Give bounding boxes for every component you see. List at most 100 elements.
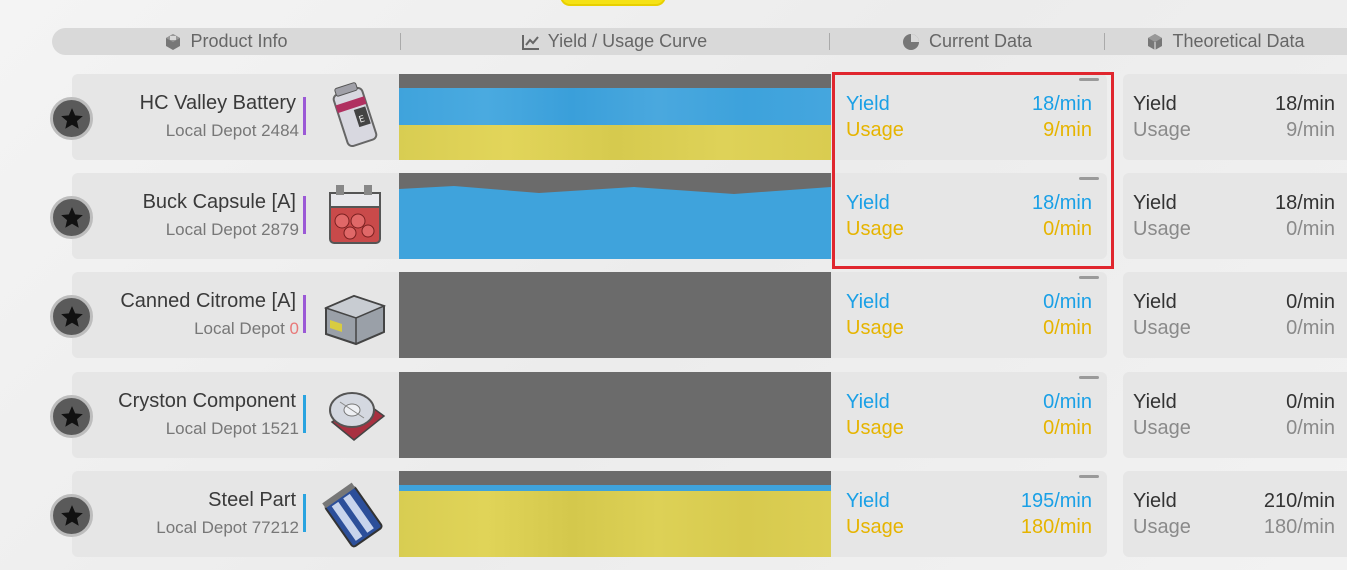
- yield-value: 0/min: [1286, 291, 1335, 313]
- star-icon: [60, 206, 83, 228]
- table-row[interactable]: Buck Capsule [A] Local Depot 2879 Yield …: [0, 173, 1347, 259]
- header-curve-label: Yield / Usage Curve: [547, 31, 708, 51]
- depot-label: Local Depot: [156, 518, 247, 537]
- depot-value: 2484: [261, 121, 299, 140]
- category-bar: [303, 395, 306, 433]
- yield-value: 18/min: [1031, 93, 1092, 115]
- table-row[interactable]: Canned Citrome [A] Local Depot 0 Yield 0…: [0, 272, 1347, 358]
- current-data-cell: Yield 0/min Usage 0/min: [831, 372, 1107, 458]
- usage-label: Usage: [1133, 417, 1191, 439]
- header-theoretical[interactable]: Theoretical Data: [1104, 28, 1347, 55]
- star-icon: [60, 504, 83, 526]
- depot-label: Local Depot: [165, 220, 257, 239]
- category-bar: [303, 295, 306, 333]
- header-current-label: Current Data: [928, 31, 1033, 51]
- usage-value: 0/min: [1286, 317, 1335, 339]
- current-data-cell: Yield 18/min Usage 9/min: [831, 74, 1107, 160]
- product-info-cell: Canned Citrome [A] Local Depot 0: [72, 272, 399, 358]
- usage-band: [399, 491, 831, 557]
- usage-label: Usage: [1133, 218, 1191, 240]
- favorite-star-button[interactable]: [50, 395, 93, 438]
- collapse-dash-icon[interactable]: [1079, 78, 1099, 81]
- product-info-cell: HC Valley Battery Local Depot 2484 E: [72, 74, 399, 160]
- usage-value: 0/min: [1286, 417, 1335, 439]
- product-name: Cryston Component: [118, 390, 296, 412]
- pie-chart-icon: [901, 32, 921, 52]
- yield-label: Yield: [1133, 192, 1177, 214]
- category-bar: [303, 196, 306, 234]
- cube-icon: [1146, 33, 1164, 51]
- table-row[interactable]: Cryston Component Local Depot 1521 Yield…: [0, 372, 1347, 458]
- star-icon: [60, 405, 83, 427]
- depot-value: 2879: [261, 220, 299, 239]
- yield-label: Yield: [1133, 291, 1177, 313]
- yield-curve-area: [399, 186, 831, 259]
- usage-label: Usage: [846, 317, 904, 339]
- product-info-cell: Cryston Component Local Depot 1521: [72, 372, 399, 458]
- usage-value: 9/min: [1043, 119, 1092, 141]
- line-chart-icon: [521, 34, 540, 50]
- product-name: Steel Part: [208, 489, 296, 511]
- yield-usage-curve: [399, 471, 831, 557]
- component-disc-icon: [322, 378, 388, 452]
- product-depot: Local Depot 2484: [166, 121, 299, 141]
- collapse-dash-icon[interactable]: [1079, 475, 1099, 478]
- yield-label: Yield: [846, 490, 890, 512]
- usage-value: 180/min: [1020, 516, 1092, 538]
- collapse-dash-icon[interactable]: [1079, 376, 1099, 379]
- header-theoretical-label: Theoretical Data: [1172, 31, 1305, 51]
- theoretical-data-cell: Yield 0/min Usage 0/min: [1123, 272, 1347, 358]
- theoretical-data-cell: Yield 18/min Usage 0/min: [1123, 173, 1347, 259]
- header-curve[interactable]: Yield / Usage Curve: [400, 28, 829, 55]
- table-header: Product Info Yield / Usage Curve Current…: [52, 28, 1347, 55]
- canned-tin-icon: [322, 278, 388, 352]
- category-bar: [303, 97, 306, 135]
- header-product-info[interactable]: Product Info: [52, 28, 400, 55]
- usage-label: Usage: [1133, 516, 1191, 538]
- product-name: HC Valley Battery: [139, 92, 296, 114]
- usage-label: Usage: [1133, 317, 1191, 339]
- product-info-cell: Buck Capsule [A] Local Depot 2879: [72, 173, 399, 259]
- steel-part-icon: [322, 477, 388, 551]
- favorite-star-button[interactable]: [50, 295, 93, 338]
- yield-label: Yield: [1133, 391, 1177, 413]
- header-current[interactable]: Current Data: [829, 28, 1104, 55]
- depot-label: Local Depot: [165, 121, 257, 140]
- top-tab-indicator[interactable]: [562, 0, 664, 4]
- current-data-cell: Yield 18/min Usage 0/min: [831, 173, 1107, 259]
- category-bar: [303, 494, 306, 532]
- collapse-dash-icon[interactable]: [1079, 177, 1099, 180]
- favorite-star-button[interactable]: [50, 494, 93, 537]
- usage-label: Usage: [846, 218, 904, 240]
- yield-value: 18/min: [1274, 192, 1335, 214]
- collapse-dash-icon[interactable]: [1079, 276, 1099, 279]
- star-icon: [60, 107, 83, 129]
- theoretical-data-cell: Yield 0/min Usage 0/min: [1123, 372, 1347, 458]
- yield-usage-curve: [399, 272, 831, 358]
- usage-label: Usage: [846, 417, 904, 439]
- usage-value: 9/min: [1286, 119, 1335, 141]
- product-depot: Local Depot 77212: [156, 518, 299, 538]
- table-row[interactable]: Steel Part Local Depot 77212 Yield 195/m…: [0, 471, 1347, 557]
- table-row[interactable]: HC Valley Battery Local Depot 2484 E Yie…: [0, 74, 1347, 160]
- yield-label: Yield: [1133, 490, 1177, 512]
- header-product-info-label: Product Info: [190, 31, 288, 51]
- depot-value: 0: [289, 319, 299, 338]
- depot-label: Local Depot: [194, 319, 285, 338]
- favorite-star-button[interactable]: [50, 196, 93, 239]
- yield-value: 0/min: [1043, 291, 1092, 313]
- battery-icon: E: [322, 80, 388, 154]
- usage-value: 0/min: [1043, 317, 1092, 339]
- yield-label: Yield: [1133, 93, 1177, 115]
- current-data-cell: Yield 0/min Usage 0/min: [831, 272, 1107, 358]
- usage-value: 0/min: [1286, 218, 1335, 240]
- yield-usage-curve: [399, 173, 831, 259]
- favorite-star-button[interactable]: [50, 97, 93, 140]
- usage-label: Usage: [846, 516, 904, 538]
- star-icon: [60, 305, 83, 327]
- yield-band: [399, 88, 831, 125]
- yield-usage-curve: [399, 74, 831, 160]
- usage-value: 180/min: [1263, 516, 1335, 538]
- usage-value: 0/min: [1043, 417, 1092, 439]
- product-depot: Local Depot 1521: [166, 419, 299, 439]
